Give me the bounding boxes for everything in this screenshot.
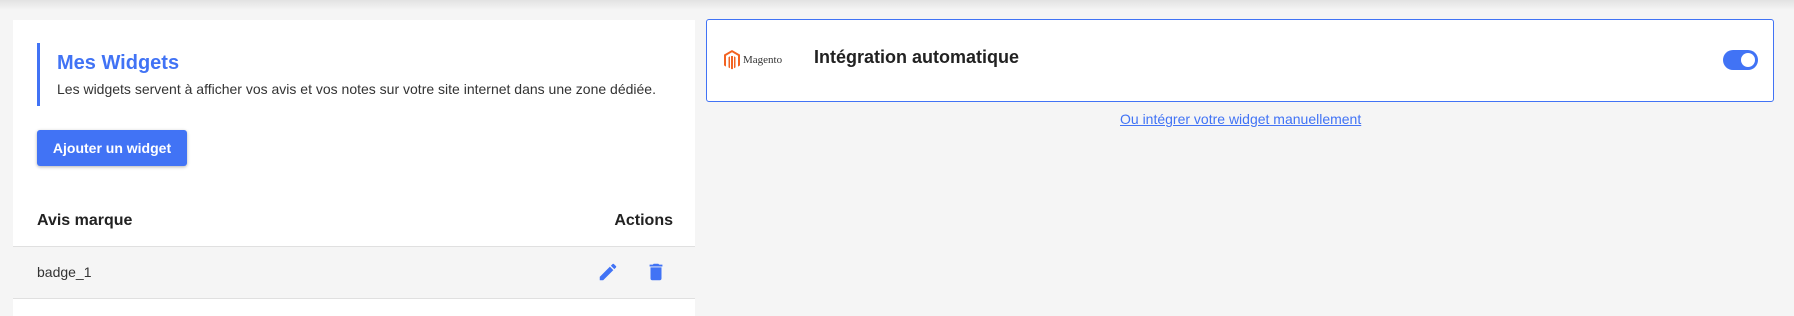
trash-icon[interactable] <box>645 261 667 283</box>
magento-logo-mark <box>724 50 740 70</box>
toggle-knob <box>1741 53 1755 67</box>
auto-integration-card: Magento Intégration automatique <box>706 19 1774 102</box>
page-title: Mes Widgets <box>57 52 180 74</box>
widgets-header: Mes Widgets Les widgets servent à affich… <box>37 43 656 106</box>
table-header: Avis marque Actions <box>13 207 695 247</box>
integration-title: Intégration automatique <box>814 47 1020 67</box>
widgets-panel: Mes Widgets Les widgets servent à affich… <box>13 20 695 316</box>
manual-integration-link[interactable]: Ou intégrer votre widget manuellement <box>1120 111 1361 127</box>
page-description: Les widgets servent à afficher vos avis … <box>57 81 656 97</box>
widget-name: badge_1 <box>37 264 92 280</box>
auto-integration-toggle[interactable] <box>1723 50 1758 70</box>
column-header-name: Avis marque <box>37 212 133 229</box>
magento-logo: Magento <box>724 49 782 71</box>
magento-logo-text: Magento <box>743 54 783 66</box>
table-row: badge_1 <box>13 247 695 299</box>
pencil-icon[interactable] <box>597 261 619 283</box>
add-widget-button[interactable]: Ajouter un widget <box>37 130 187 166</box>
column-header-actions: Actions <box>614 212 673 229</box>
top-shadow <box>0 0 1794 10</box>
